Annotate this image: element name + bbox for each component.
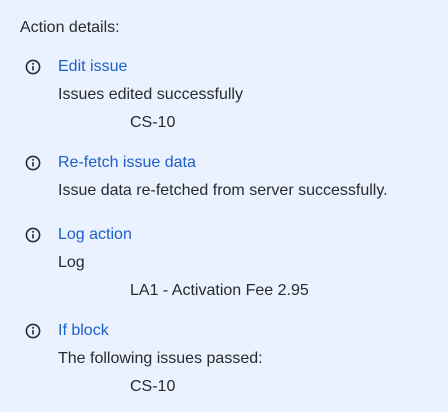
action-issue-key: CS-10 (130, 114, 176, 131)
action-log-message: LA1 - Activation Fee 2.95 (130, 282, 309, 299)
action-details-panel: Action details: Edit issue Issues edited… (0, 0, 448, 412)
action-description: The following issues passed: (58, 350, 263, 367)
info-icon (25, 227, 41, 243)
info-icon (25, 155, 41, 171)
info-icon (25, 323, 41, 339)
info-icon (25, 59, 41, 75)
action-title-if-block[interactable]: If block (58, 320, 109, 342)
action-title-log-action[interactable]: Log action (58, 224, 132, 246)
action-description: Log (58, 254, 85, 271)
action-issue-key: CS-10 (130, 378, 176, 395)
action-description: Issue data re-fetched from server succes… (58, 182, 388, 199)
action-description: Issues edited successfully (58, 86, 243, 103)
action-details-heading: Action details: (20, 19, 120, 36)
action-title-refetch-issue-data[interactable]: Re-fetch issue data (58, 152, 196, 174)
action-title-edit-issue[interactable]: Edit issue (58, 56, 127, 78)
